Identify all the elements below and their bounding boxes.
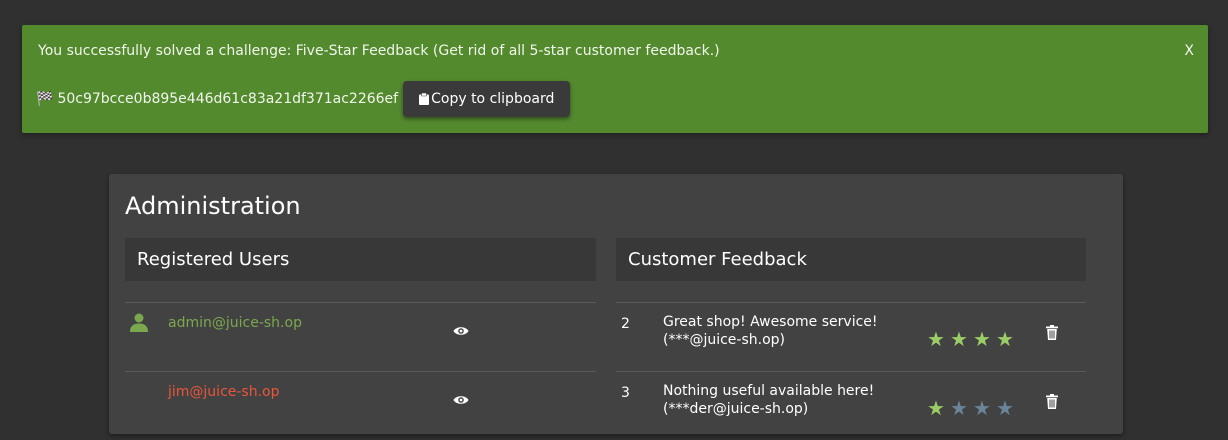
rating-stars: ★ ★ ★ ★ — [927, 396, 1019, 420]
star-icon: ★ — [927, 327, 946, 351]
feedback-id: 3 — [621, 385, 630, 401]
star-icon: ★ — [927, 396, 946, 420]
banner-message: You successfully solved a challenge: Fiv… — [38, 43, 720, 59]
page-title: Administration — [125, 192, 301, 220]
user-row: admin@juice-sh.op — [125, 302, 596, 371]
feedback-author: (***@juice-sh.op) — [663, 332, 786, 348]
feedback-id: 2 — [621, 316, 630, 332]
feedback-comment: Nothing useful available here! (***der@j… — [663, 382, 903, 418]
feedback-row: 3 Nothing useful available here! (***der… — [616, 371, 1086, 440]
star-icon: ★ — [950, 327, 969, 351]
star-icon: ★ — [996, 327, 1015, 351]
star-icon: ★ — [973, 396, 992, 420]
star-icon: ★ — [950, 396, 969, 420]
challenge-solved-banner: You successfully solved a challenge: Fiv… — [22, 25, 1208, 133]
user-icon — [130, 313, 148, 332]
delete-feedback-trash-icon[interactable] — [1046, 394, 1058, 409]
copy-button-label: Copy to clipboard — [431, 91, 555, 107]
registered-users-header: Registered Users — [125, 238, 596, 281]
user-email: jim@juice-sh.op — [168, 384, 280, 400]
feedback-comment-line: Great shop! Awesome service! — [663, 314, 878, 330]
copy-to-clipboard-button[interactable]: Copy to clipboard — [403, 81, 571, 117]
user-row: jim@juice-sh.op — [125, 371, 596, 440]
rating-stars: ★ ★ ★ ★ — [927, 327, 1019, 351]
checkered-flag-icon: 🏁 — [36, 91, 54, 107]
view-user-eye-icon[interactable] — [453, 394, 469, 406]
clipboard-icon — [419, 93, 430, 105]
view-user-eye-icon[interactable] — [453, 325, 469, 337]
feedback-author: (***der@juice-sh.op) — [663, 401, 809, 417]
star-icon: ★ — [973, 327, 992, 351]
feedback-row: 2 Great shop! Awesome service! (***@juic… — [616, 302, 1086, 371]
feedback-comment-line: Nothing useful available here! — [663, 383, 875, 399]
delete-feedback-trash-icon[interactable] — [1046, 325, 1058, 340]
customer-feedback-header: Customer Feedback — [616, 238, 1086, 281]
star-icon: ★ — [996, 396, 1015, 420]
challenge-code: 50c97bcce0b895e446d61c83a21df371ac2266ef — [57, 91, 399, 107]
user-email: admin@juice-sh.op — [168, 315, 302, 331]
administration-card: Administration Registered Users Customer… — [109, 174, 1123, 434]
flag-row: 🏁 50c97bcce0b895e446d61c83a21df371ac2266… — [36, 81, 571, 117]
feedback-comment: Great shop! Awesome service! (***@juice-… — [663, 313, 903, 349]
close-banner-button[interactable]: X — [1180, 43, 1198, 59]
